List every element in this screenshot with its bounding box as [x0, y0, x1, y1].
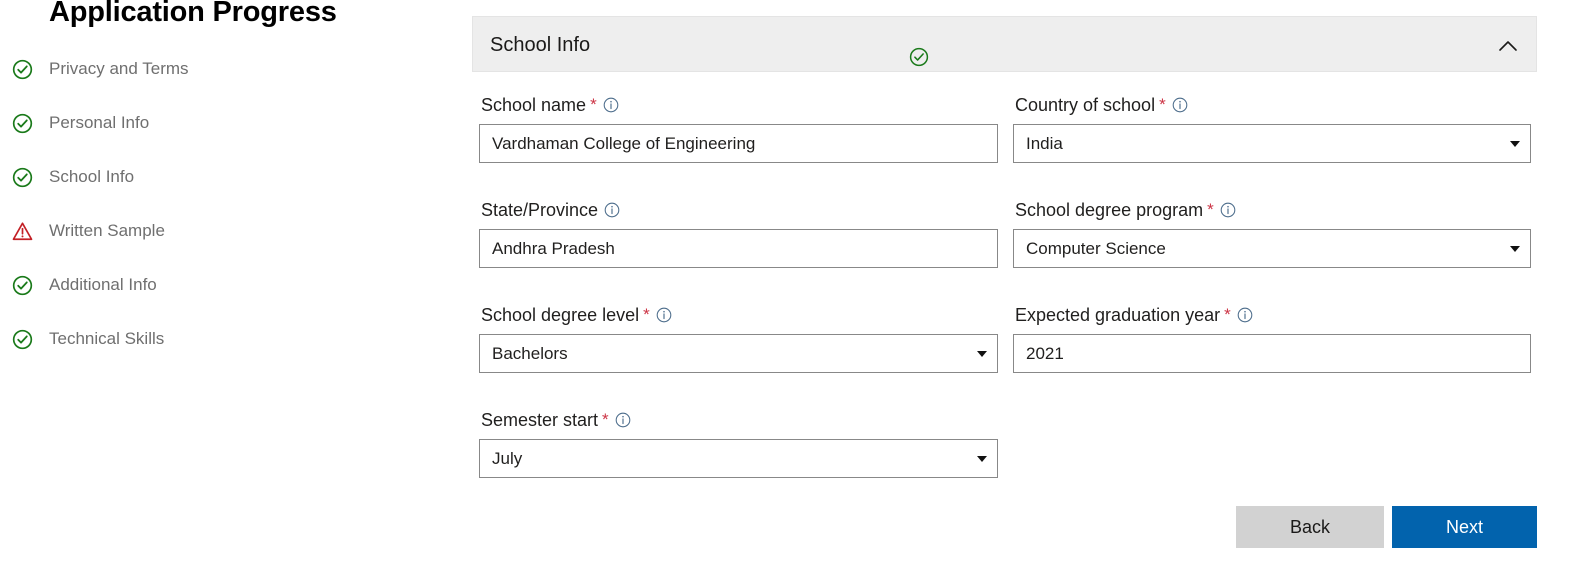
page-title: Application Progress	[49, 0, 337, 28]
field-label-school-degree-level: School degree level *	[481, 303, 672, 327]
info-circle-icon[interactable]	[615, 410, 631, 428]
info-circle-icon[interactable]	[1237, 305, 1253, 323]
field-label-semester-start: Semester start *	[481, 408, 631, 432]
info-circle-icon[interactable]	[604, 200, 620, 218]
required-asterisk: *	[1207, 200, 1214, 219]
required-asterisk: *	[1224, 305, 1231, 324]
progress-step-school-info[interactable]: School Info	[0, 160, 430, 194]
field-label-expected-graduation-year: Expected graduation year *	[1015, 303, 1253, 327]
label-text: State/Province	[481, 200, 599, 220]
label-text: School name	[481, 95, 587, 115]
progress-step-additional-info[interactable]: Additional Info	[0, 268, 430, 302]
check-circle-icon	[12, 275, 33, 296]
label-text: Expected graduation year	[1015, 305, 1221, 325]
progress-step-label: Additional Info	[49, 275, 157, 294]
progress-step-technical-skills[interactable]: Technical Skills	[0, 322, 430, 356]
warning-triangle-icon	[12, 221, 33, 242]
info-circle-icon[interactable]	[656, 305, 672, 323]
check-circle-icon	[12, 59, 33, 80]
field-label-country-of-school: Country of school *	[1015, 93, 1188, 117]
field-label-school-name: School name *	[481, 93, 619, 117]
progress-step-label: Technical Skills	[49, 329, 165, 348]
label-text: Semester start	[481, 410, 599, 430]
label-text: School degree level	[481, 305, 640, 325]
form-footer-actions: Back Next	[1236, 506, 1537, 548]
progress-step-personal-info[interactable]: Personal Info	[0, 106, 430, 140]
select-semester-start[interactable]: July	[479, 439, 998, 478]
label-text: School degree program	[1015, 200, 1204, 220]
check-circle-icon	[12, 329, 33, 350]
progress-step-label: Written Sample	[49, 221, 165, 240]
panel-title: School Info	[490, 34, 591, 56]
select-country-of-school[interactable]: India	[1013, 124, 1531, 163]
check-circle-icon	[12, 113, 33, 134]
select-school-degree-level[interactable]: Bachelors	[479, 334, 998, 373]
required-asterisk: *	[1159, 95, 1166, 114]
required-asterisk: *	[602, 410, 609, 429]
panel-status-complete-icon	[909, 47, 929, 67]
info-circle-icon[interactable]	[1172, 95, 1188, 113]
label-text: Country of school	[1015, 95, 1156, 115]
progress-step-label: Privacy and Terms	[49, 59, 189, 78]
info-circle-icon[interactable]	[603, 95, 619, 113]
application-progress-rail: Application Progress Privacy and Terms Pe…	[0, 0, 430, 563]
select-school-degree-program[interactable]: Computer Science	[1013, 229, 1531, 268]
progress-step-privacy-and-terms[interactable]: Privacy and Terms	[0, 52, 430, 86]
field-label-state-province: State/Province	[481, 198, 620, 222]
progress-step-label: School Info	[49, 167, 135, 186]
info-circle-icon[interactable]	[1220, 200, 1236, 218]
field-label-school-degree-program: School degree program *	[1015, 198, 1236, 222]
back-button[interactable]: Back	[1236, 506, 1384, 548]
required-asterisk: *	[590, 95, 597, 114]
check-circle-icon	[12, 167, 33, 188]
chevron-up-icon[interactable]	[1496, 34, 1520, 58]
progress-step-written-sample[interactable]: Written Sample	[0, 214, 430, 248]
input-expected-graduation-year[interactable]: 2021	[1013, 334, 1531, 373]
next-button[interactable]: Next	[1392, 506, 1537, 548]
required-asterisk: *	[643, 305, 650, 324]
input-state-province[interactable]: Andhra Pradesh	[479, 229, 998, 268]
school-info-panel-header[interactable]: School Info	[472, 16, 1537, 72]
progress-step-label: Personal Info	[49, 113, 150, 132]
input-school-name[interactable]: Vardhaman College of Engineering	[479, 124, 998, 163]
